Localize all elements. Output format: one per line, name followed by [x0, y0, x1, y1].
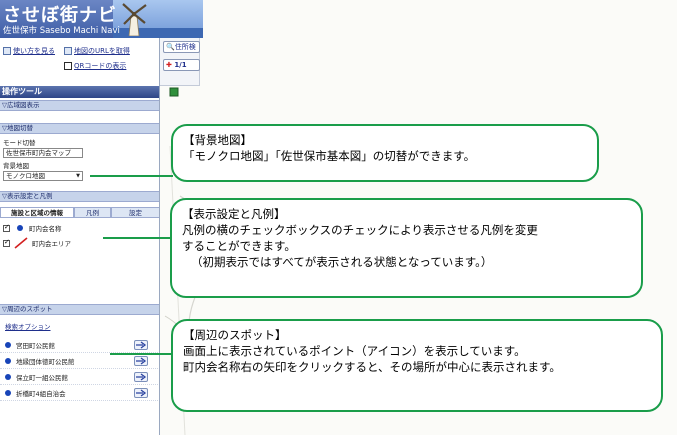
arrow-right-icon	[136, 341, 147, 349]
qrcode-icon	[64, 62, 72, 70]
help-icon	[3, 47, 11, 55]
callout-line: 町内会名称右の矢印をクリックすると、その場所が中心に表示されます。	[183, 360, 561, 374]
spot-item: 地縁団体徳町公民館	[0, 353, 159, 369]
page-indicator-button[interactable]: ✚ 1/1	[163, 59, 200, 71]
sidebar: 使い方を見る 地図のURLを取得 QRコードの表示 操作ツール ▽広域図表示 ▽…	[0, 0, 160, 435]
search-icon: 🔍	[166, 43, 175, 51]
callout-title: 【周辺のスポット】	[183, 328, 287, 342]
banner-subtitle: 佐世保市 Sasebo Machi Navi	[3, 26, 120, 36]
connector-nearby-spots	[110, 353, 172, 355]
spot-label: 折橋町4組自治会	[16, 389, 66, 398]
spot-dot-icon	[5, 389, 11, 396]
callout-line: することができます。	[182, 239, 296, 253]
tab-facilities[interactable]: 施設と区域の情報	[0, 207, 74, 218]
screen: 🔍住所検 ✚ 1/1 使い方を見る 地図のURLを取得 QRコードの表示 操作ツ…	[0, 0, 677, 435]
howto-label: 使い方を見る	[13, 47, 55, 55]
search-options-link[interactable]: 検索オプション	[5, 321, 51, 331]
callout-display-legend: 【表示設定と凡例】 凡例の横のチェックボックスのチェックにより表示させる凡例を変…	[170, 198, 643, 298]
callout-background-map: 【背景地図】 「モノクロ地図」「佐世保市基本図」の切替ができます。	[171, 124, 599, 182]
spot-item: 保立町一組公民館	[0, 369, 159, 385]
go-to-spot-button[interactable]	[134, 388, 148, 398]
go-to-spot-button[interactable]	[134, 356, 148, 366]
callout-line: 凡例の横のチェックボックスのチェックにより表示させる凡例を変更	[182, 223, 538, 237]
spot-item: 宮田町公民館	[0, 337, 159, 353]
display-settings-section[interactable]: ▽表示設定と凡例	[0, 191, 159, 202]
panel-title: 操作ツール	[0, 86, 159, 98]
legend-label: 町内会エリア	[32, 240, 71, 248]
spot-label: 地縁団体徳町公民館	[16, 357, 75, 366]
map-toolbar: 🔍住所検 ✚ 1/1	[160, 38, 200, 86]
red-line-icon	[14, 237, 28, 249]
legend-tabs: 施設と区域の情報 凡例 設定	[0, 207, 159, 218]
qrcode-link[interactable]: QRコードの表示	[64, 61, 126, 71]
map-switch-section[interactable]: ▽地図切替	[0, 123, 159, 134]
chevron-down-icon: ▼	[76, 173, 80, 179]
spot-dot-icon	[5, 373, 11, 380]
legend-label: 町内会名称	[29, 225, 62, 233]
top-links: 使い方を見る 地図のURLを取得 QRコードの表示	[0, 40, 159, 86]
address-search-button[interactable]: 🔍住所検	[163, 41, 200, 53]
site-banner: させぼ街ナビ 佐世保市 Sasebo Machi Navi	[0, 0, 203, 38]
spot-dot-icon	[5, 357, 11, 364]
spot-item: 折橋町4組自治会	[0, 385, 159, 401]
background-map-value: モノクロ地図	[6, 172, 45, 180]
nearby-spots-section[interactable]: ▽周辺のスポット	[0, 304, 159, 315]
map-url-label: 地図のURLを取得	[74, 47, 130, 55]
callout-title: 【背景地図】	[183, 133, 252, 147]
mode-value: 佐世保市町内会マップ	[6, 149, 71, 157]
callout-line: （初期表示ではすべてが表示される状態となっています。）	[191, 255, 493, 269]
mode-label: モード切替	[3, 139, 36, 147]
qrcode-label: QRコードの表示	[74, 62, 127, 70]
tab-settings[interactable]: 設定	[111, 207, 159, 218]
connector-background-map	[90, 175, 173, 177]
legend-item: 町内会名称	[0, 221, 159, 235]
howto-link[interactable]: 使い方を見る	[3, 46, 55, 56]
arrow-right-icon	[136, 357, 147, 365]
page-indicator-label: 1/1	[174, 61, 187, 69]
callout-title: 【表示設定と凡例】	[182, 207, 286, 221]
spot-dot-icon	[5, 341, 11, 348]
callout-line: 「モノクロ地図」「佐世保市基本図」の切替ができます。	[183, 149, 476, 163]
background-map-select[interactable]: モノクロ地図 ▼	[3, 171, 83, 181]
callout-line: 画面上に表示されているポイント（アイコン）を表示しています。	[183, 344, 526, 358]
arrow-right-icon	[136, 373, 147, 381]
mode-select[interactable]: 佐世保市町内会マップ	[3, 148, 83, 158]
callout-nearby-spots: 【周辺のスポット】 画面上に表示されているポイント（アイコン）を表示しています。…	[171, 319, 663, 412]
connector-display-legend	[103, 237, 171, 239]
tab-legend[interactable]: 凡例	[74, 207, 111, 218]
go-to-spot-button[interactable]	[134, 340, 148, 350]
windmill-icon	[122, 3, 147, 36]
spot-label: 保立町一組公民館	[16, 373, 68, 382]
legend-checkbox[interactable]	[3, 238, 10, 247]
legend-checkbox[interactable]	[3, 223, 10, 232]
go-to-spot-button[interactable]	[134, 372, 148, 382]
map-url-link[interactable]: 地図のURLを取得	[64, 46, 130, 56]
spot-label: 宮田町公民館	[16, 341, 55, 350]
wide-map-section[interactable]: ▽広域図表示	[0, 100, 159, 111]
link-icon	[64, 47, 72, 55]
circle-icon	[17, 225, 23, 231]
marker-icon: ✚	[166, 61, 172, 69]
background-map-label: 背景地図	[3, 162, 29, 170]
arrow-right-icon	[136, 389, 147, 397]
address-search-label: 住所検	[174, 43, 196, 51]
